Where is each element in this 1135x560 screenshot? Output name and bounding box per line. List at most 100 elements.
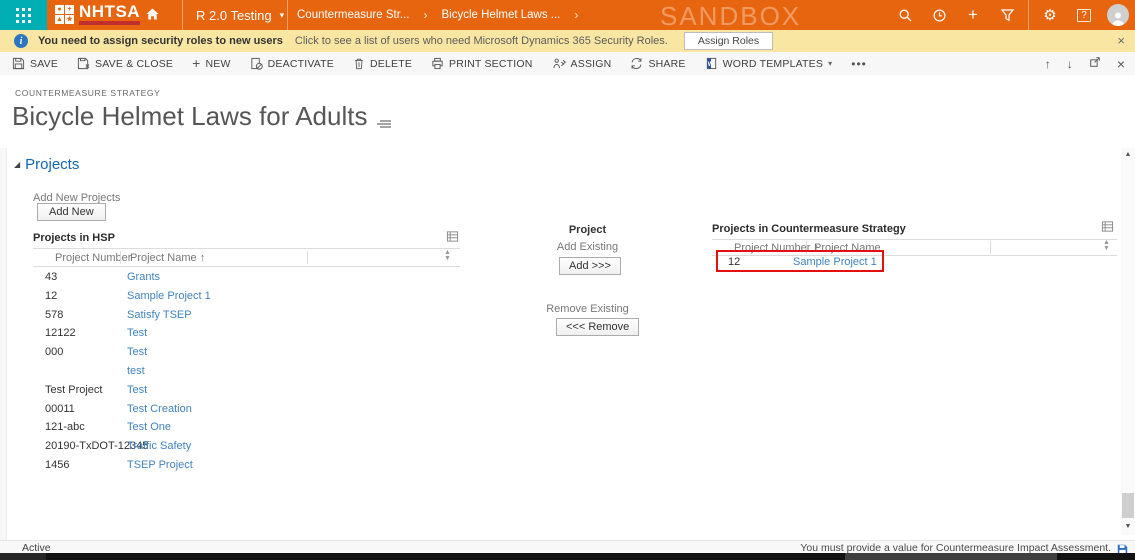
previous-record-arrow-icon[interactable]: ↑ — [1045, 57, 1051, 71]
project-name-link[interactable]: Test One — [127, 421, 171, 433]
org-switcher[interactable]: R 2.0 Testing ▾ — [196, 0, 284, 30]
home-icon[interactable] — [145, 7, 160, 21]
spinner-down-icon[interactable]: ▼ — [1103, 245, 1110, 252]
column-header-project-name[interactable]: Project Name ↑ — [130, 252, 205, 264]
quick-create-plus-icon[interactable]: + — [956, 0, 990, 30]
grid-page-spinner[interactable]: ▲ ▼ — [444, 249, 451, 262]
project-name-link[interactable]: TSEP Project — [127, 459, 193, 471]
add-new-button[interactable]: Add New — [37, 203, 106, 221]
popout-icon[interactable] — [1089, 56, 1101, 71]
project-name-link[interactable]: Test — [127, 346, 147, 358]
recent-items-icon[interactable] — [922, 0, 956, 30]
project-name-link[interactable]: Test Creation — [127, 403, 192, 415]
assign-people-icon — [552, 58, 566, 69]
breadcrumb-countermeasure[interactable]: Countermeasure Str... — [297, 9, 410, 21]
project-name-link[interactable]: Traffic Safety — [127, 440, 191, 452]
projects-section-header[interactable]: ◢ Projects — [14, 156, 79, 173]
table-row[interactable]: 12122 Test — [33, 324, 460, 343]
trash-icon — [355, 58, 363, 70]
filter-funnel-icon[interactable] — [990, 0, 1024, 30]
brand-tagline-bar — [79, 21, 141, 25]
share-button[interactable]: SHARE — [630, 57, 685, 70]
bottom-strip-segment — [845, 553, 1057, 560]
word-templates-button[interactable]: W WORD TEMPLATES ▾ — [705, 57, 833, 70]
grid-view-icon[interactable] — [446, 230, 459, 248]
share-icon — [632, 58, 642, 69]
project-number-cell: 00011 — [45, 402, 75, 415]
delete-button[interactable]: DELETE — [353, 57, 412, 70]
project-name-link[interactable]: Test — [127, 384, 147, 396]
bottom-strip-segment — [0, 553, 46, 560]
scroll-up-icon[interactable]: ▲ — [1121, 151, 1135, 158]
help-icon[interactable]: ? — [1067, 0, 1101, 30]
grid-page-spinner[interactable]: ▲ ▼ — [1103, 239, 1110, 252]
nav-divider — [1028, 0, 1029, 30]
project-name-link[interactable]: Sample Project 1 — [127, 290, 211, 302]
table-row[interactable]: 00011 Test Creation — [33, 400, 460, 419]
table-row[interactable]: 20190-TxDOT-12345 Traffic Safety — [33, 437, 460, 456]
save-and-close-button[interactable]: SAVE & CLOSE — [77, 57, 173, 70]
project-number-cell: 12122 — [45, 327, 76, 340]
projects-in-strategy-title: Projects in Countermeasure Strategy — [712, 223, 906, 235]
table-row[interactable]: 121-abc Test One — [33, 418, 460, 437]
close-form-icon[interactable]: × — [1117, 56, 1125, 72]
add-existing-button[interactable]: Add >>> — [559, 257, 621, 275]
project-name-link[interactable]: Satisfy TSEP — [127, 309, 192, 321]
close-icon[interactable]: × — [1117, 33, 1125, 48]
section-title: Projects — [25, 156, 80, 173]
more-commands-ellipsis[interactable]: ••• — [851, 57, 867, 71]
waffle-icon — [16, 7, 31, 23]
notification-text[interactable]: Click to see a list of users who need Mi… — [295, 35, 668, 47]
spinner-down-icon[interactable]: ▼ — [444, 255, 451, 262]
org-name: R 2.0 Testing — [196, 7, 272, 23]
table-row[interactable]: 1456 TSEP Project — [33, 456, 460, 475]
page-title: Bicycle Helmet Laws for Adults — [12, 97, 392, 136]
table-row[interactable]: test — [33, 362, 460, 381]
next-record-arrow-icon[interactable]: ↓ — [1067, 57, 1073, 71]
table-row[interactable]: 12 Sample Project 1 — [33, 287, 460, 306]
projects-in-strategy-rows: 12 Sample Project 1 — [712, 253, 1117, 272]
user-avatar[interactable] — [1101, 0, 1135, 30]
column-divider — [120, 251, 121, 264]
projects-in-hsp-title: Projects in HSP — [33, 232, 115, 244]
new-button[interactable]: + NEW — [192, 56, 231, 70]
table-row[interactable]: 578 Satisfy TSEP — [33, 306, 460, 325]
project-number-cell: 12 — [45, 289, 58, 302]
print-section-button[interactable]: PRINT SECTION — [431, 57, 533, 70]
project-name-link[interactable]: Test — [127, 327, 147, 339]
table-row[interactable]: Test Project Test — [33, 381, 460, 400]
command-bar: SAVE SAVE & CLOSE + NEW DEACTIVATE DELET… — [0, 52, 1135, 75]
assign-roles-button[interactable]: Assign Roles — [683, 32, 774, 50]
breadcrumb-record[interactable]: Bicycle Helmet Laws ... — [442, 9, 561, 21]
deactivate-button[interactable]: DEACTIVATE — [250, 57, 334, 70]
gear-icon[interactable]: ⚙ — [1033, 0, 1067, 30]
app-launcher-waffle-icon[interactable] — [0, 0, 47, 30]
top-navbar: ● + ▲ ★ NHTSA R 2.0 Testing ▾ Countermeasur… — [0, 0, 1135, 31]
scrollbar-thumb[interactable] — [1122, 493, 1134, 518]
grid-border — [33, 248, 460, 249]
nhtsa-logo[interactable]: ● + ▲ ★ NHTSA — [55, 3, 160, 25]
project-name-link[interactable]: test — [127, 365, 145, 377]
grid-view-icon[interactable] — [1101, 220, 1114, 238]
word-doc-icon: W — [706, 57, 716, 70]
project-name-link[interactable]: Sample Project 1 — [793, 256, 877, 268]
table-row[interactable]: 43 Grants — [33, 268, 460, 287]
record-set-toggle-icon[interactable] — [377, 105, 392, 136]
chevron-down-icon: ▾ — [279, 9, 285, 20]
nhtsa-logo-grid-icon: ● + ▲ ★ — [55, 4, 74, 24]
project-number-cell: 1456 — [45, 458, 70, 471]
grid-border — [33, 266, 460, 267]
project-name-link[interactable]: Grants — [127, 271, 160, 283]
nav-icon-group: + ⚙ ? — [888, 0, 1135, 30]
table-row[interactable]: 12 Sample Project 1 — [712, 253, 1117, 272]
assign-button[interactable]: ASSIGN — [552, 57, 612, 70]
remove-existing-button[interactable]: <<< Remove — [556, 318, 640, 336]
sandbox-watermark: SANDBOX — [660, 1, 802, 31]
vertical-scrollbar[interactable]: ▲ ▼ — [1121, 148, 1135, 535]
project-number-cell: 12 — [728, 256, 741, 268]
table-row[interactable]: 000 Test — [33, 343, 460, 362]
search-icon[interactable] — [888, 0, 922, 30]
save-button[interactable]: SAVE — [12, 57, 58, 70]
scroll-down-icon[interactable]: ▼ — [1121, 523, 1135, 530]
project-number-cell: Test Project — [45, 383, 103, 396]
